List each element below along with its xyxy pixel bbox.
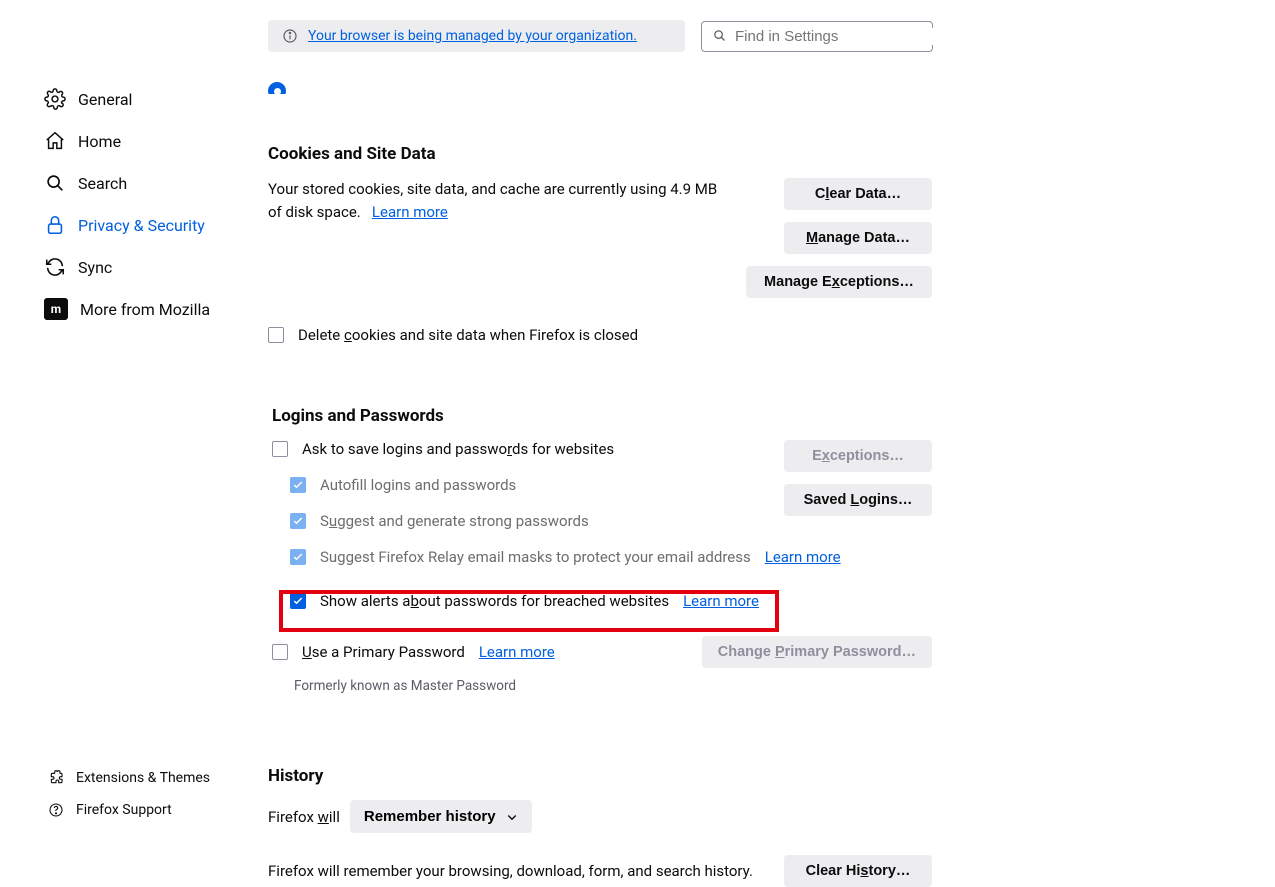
primary-password-checkbox[interactable] bbox=[272, 644, 288, 660]
managed-link[interactable]: Your browser is being managed by your or… bbox=[308, 28, 637, 44]
search-input[interactable] bbox=[735, 28, 934, 45]
primary-password-subnote: Formerly known as Master Password bbox=[294, 678, 932, 694]
sidebar-item-search[interactable]: Search bbox=[0, 162, 248, 204]
change-primary-password-button[interactable]: Change Primary Password… bbox=[702, 636, 932, 668]
sidebar-item-general[interactable]: General bbox=[0, 78, 248, 120]
history-mode-select[interactable]: Remember history bbox=[350, 800, 532, 833]
sidebar-item-home[interactable]: Home bbox=[0, 120, 248, 162]
sidebar-link-support[interactable]: Firefox Support bbox=[0, 794, 248, 826]
logins-exceptions-button[interactable]: Exceptions… bbox=[784, 440, 932, 472]
sidebar-item-label: Firefox Support bbox=[76, 802, 172, 818]
sidebar-item-sync[interactable]: Sync bbox=[0, 246, 248, 288]
suggest-label: Suggest and generate strong passwords bbox=[320, 512, 589, 530]
search-icon bbox=[44, 172, 66, 194]
sidebar-item-label: Search bbox=[78, 174, 127, 193]
breach-alerts-checkbox[interactable] bbox=[290, 593, 306, 609]
manage-data-button[interactable]: Manage Data… bbox=[784, 222, 932, 254]
primary-learn-more[interactable]: Learn more bbox=[479, 643, 555, 661]
relay-learn-more[interactable]: Learn more bbox=[765, 548, 841, 566]
sync-icon bbox=[44, 256, 66, 278]
radio-selected[interactable] bbox=[268, 82, 286, 94]
puzzle-icon bbox=[48, 770, 64, 786]
help-icon bbox=[48, 802, 64, 818]
ask-save-label: Ask to save logins and passwords for web… bbox=[302, 440, 614, 458]
history-label: Firefox will bbox=[268, 808, 340, 826]
main-content: Your browser is being managed by your or… bbox=[248, 0, 1275, 844]
delete-on-close-checkbox[interactable] bbox=[268, 327, 284, 343]
home-icon bbox=[44, 130, 66, 152]
sidebar-item-label: Extensions & Themes bbox=[76, 770, 210, 786]
breach-alerts-label: Show alerts about passwords for breached… bbox=[320, 592, 669, 610]
relay-label: Suggest Firefox Relay email masks to pro… bbox=[320, 548, 751, 566]
ask-save-checkbox[interactable] bbox=[272, 441, 288, 457]
gear-icon bbox=[44, 88, 66, 110]
sidebar-item-label: Home bbox=[78, 132, 121, 151]
section-title-history: History bbox=[268, 766, 932, 786]
lock-icon bbox=[44, 214, 66, 236]
delete-on-close-label: Delete cookies and site data when Firefo… bbox=[298, 326, 638, 344]
sidebar-item-label: Sync bbox=[78, 258, 112, 277]
cookies-learn-more[interactable]: Learn more bbox=[372, 203, 448, 221]
search-icon bbox=[712, 28, 727, 44]
autofill-label: Autofill logins and passwords bbox=[320, 476, 516, 494]
relay-checkbox[interactable] bbox=[290, 549, 306, 565]
sidebar-item-label: Privacy & Security bbox=[78, 216, 205, 235]
clear-history-button[interactable]: Clear History… bbox=[784, 855, 932, 887]
info-icon bbox=[282, 28, 298, 44]
relay-row[interactable]: Suggest Firefox Relay email masks to pro… bbox=[290, 548, 932, 566]
chevron-down-icon bbox=[506, 811, 518, 823]
clear-data-button[interactable]: Clear Data… bbox=[784, 178, 932, 210]
sidebar-item-label: More from Mozilla bbox=[80, 300, 210, 319]
history-description: Firefox will remember your browsing, dow… bbox=[268, 862, 753, 880]
primary-password-label: Use a Primary Password bbox=[302, 643, 465, 661]
sidebar: General Home Search Privacy & Security bbox=[0, 0, 248, 844]
suggest-checkbox[interactable] bbox=[290, 513, 306, 529]
sidebar-item-privacy[interactable]: Privacy & Security bbox=[0, 204, 248, 246]
section-title-cookies: Cookies and Site Data bbox=[268, 144, 932, 164]
manage-exceptions-button[interactable]: Manage Exceptions… bbox=[746, 266, 932, 298]
primary-password-row[interactable]: Use a Primary Password Learn more bbox=[272, 643, 555, 661]
settings-search[interactable] bbox=[701, 21, 933, 52]
breach-learn-more[interactable]: Learn more bbox=[683, 592, 759, 610]
saved-logins-button[interactable]: Saved Logins… bbox=[784, 484, 932, 516]
delete-on-close-row[interactable]: Delete cookies and site data when Firefo… bbox=[268, 326, 932, 344]
sidebar-link-extensions[interactable]: Extensions & Themes bbox=[0, 762, 248, 794]
breach-alerts-row[interactable]: Show alerts about passwords for breached… bbox=[290, 584, 932, 618]
managed-banner: Your browser is being managed by your or… bbox=[268, 20, 685, 52]
mozilla-icon: m bbox=[44, 298, 68, 320]
sidebar-item-label: General bbox=[78, 90, 132, 109]
cookies-description: Your stored cookies, site data, and cach… bbox=[268, 178, 720, 225]
sidebar-item-more-mozilla[interactable]: m More from Mozilla bbox=[0, 288, 248, 330]
autofill-checkbox[interactable] bbox=[290, 477, 306, 493]
section-title-logins: Logins and Passwords bbox=[272, 406, 932, 426]
truncated-radio-row[interactable]: Only when Firefox is set to block known … bbox=[268, 82, 932, 94]
